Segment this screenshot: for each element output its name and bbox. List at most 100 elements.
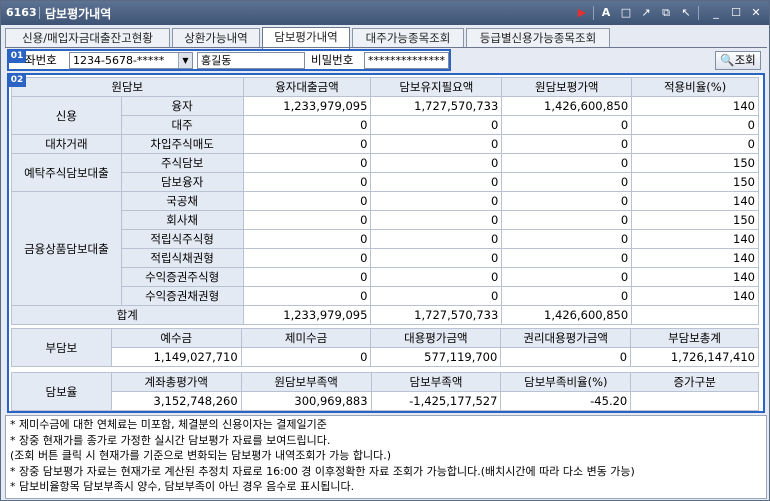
tab-credit-balance[interactable]: 신용/매입자금대출잔고현황 [5,28,170,48]
table-header-row: 담보율 계좌총평가액 원담보부족액 담보부족액 담보부족비율(%) 증가구분 [11,372,759,411]
minimize-icon[interactable]: _ [709,6,723,20]
category-cell: 금융상품담보대출 [11,191,122,306]
unpaid-cell: 0 [240,347,372,367]
table-row: 금융상품담보대출 국공채 0 0 0 140 [11,191,759,306]
row-label: 수익증권주식형 [120,267,244,287]
ratio-cell: 140 [631,229,759,249]
category-cell: 예탁주식담보대출 [11,153,122,192]
play-icon[interactable]: ▶ [575,6,589,20]
total-label: 합계 [11,305,244,325]
table-header-row: 원담보 융자대출금액 담보유지필요액 원담보평가액 적용비율(%) [11,77,759,97]
chevron-down-icon[interactable]: ▼ [178,53,192,68]
eval-cell: 0 [501,210,633,230]
required-cell: 0 [370,248,503,268]
column-header: 원담보부족액 [240,372,372,392]
total-row: 합계 1,233,979,095 1,727,570,733 1,426,600… [11,305,759,325]
table-row: 3,152,748,260 300,969,883 -1,425,177,527… [12,391,759,411]
tab-collateral-eval[interactable]: 담보평가내역 [262,27,350,49]
row-label: 주식담보 [120,153,244,173]
loan-cell: 0 [242,134,372,154]
search-button[interactable]: 🔍조회 [715,51,761,70]
ratio-cell [631,305,759,325]
eval-cell: 0 [501,172,633,192]
table-row: 1,149,027,710 0 577,119,700 0 1,726,147,… [12,347,759,367]
font-icon[interactable]: A [599,6,613,20]
title-bar: 6163 담보평가내역 ▶ A □ ↗ ⧉ ↖ _ ☐ ✕ [1,1,769,25]
account-eval-cell: 3,152,748,260 [110,391,242,411]
ratio-cell: 140 [631,96,759,116]
loan-cell: 0 [242,286,372,306]
liability-table: 부담보 예수금 제미수금 대용평가금액 권리대용평가금액 부담보총계 1,149… [11,328,759,367]
note-line: * 장중 담보평가 자료는 현재가로 계산된 추정치 자료로 16:00 경 이… [10,464,635,478]
maximize-icon[interactable]: ☐ [729,6,743,20]
section-badge-01: 01 [8,50,26,63]
table-row: 회사채 0 0 0 150 [12,210,759,230]
eval-cell: 0 [501,248,633,268]
eval-cell: 0 [501,286,633,306]
table-row: 적립식주식형 0 0 0 140 [12,229,759,249]
ratio-cell: 150 [631,153,759,173]
tab-grade-credit[interactable]: 등급별신용가능종목조회 [466,28,610,48]
print-icon[interactable]: □ [619,6,633,20]
table-row: 담보융자 0 0 0 150 [12,172,759,192]
column-header: 부담보총계 [630,328,759,348]
link-icon[interactable]: ↖ [679,6,693,20]
required-cell: 0 [370,153,503,173]
eval-cell: 0 [501,229,633,249]
required-cell: 0 [370,134,503,154]
ratio-cell: 0 [631,134,759,154]
row-label: 담보융자 [120,172,244,192]
eval-cell: 0 [501,267,633,287]
table-row: 신용 융자 1,233,979,095 1,727,570,733 1,426,… [11,96,759,135]
window-title: 담보평가내역 [45,7,112,21]
window-icon[interactable]: ⧉ [659,6,673,20]
loan-cell: 0 [242,115,372,135]
column-header: 담보유지필요액 [370,77,503,97]
loan-cell: 0 [242,153,372,173]
column-header: 원담보평가액 [501,77,633,97]
table-row: 예탁주식담보대출 주식담보 0 0 0 150 [11,153,759,192]
query-panel: 01 좌번호 1234-5678-***** ▼ 홍길동 비밀번호 ******… [7,49,451,71]
shortfall-ratio-cell: -45.20 [500,391,632,411]
eval-cell: 0 [501,191,633,211]
ratio-cell: 140 [631,286,759,306]
notes-panel: * 제미수금에 대한 연체료는 미포함, 체결분의 신용이자는 결제일기준 * … [5,415,767,499]
column-header: 융자대출금액 [242,77,372,97]
liability-total-cell: 1,726,147,410 [630,347,759,367]
rights-substitute-cell: 0 [500,347,632,367]
screen-code: 6163 [6,6,37,19]
column-header: 담보부족액 [370,372,502,392]
ratio-cell: 150 [631,210,759,230]
column-header: 증가구분 [630,372,759,392]
collateral-table: 원담보 융자대출금액 담보유지필요액 원담보평가액 적용비율(%) 신용 융자 … [11,77,759,325]
collateral-ratio-table: 담보율 계좌총평가액 원담보부족액 담보부족액 담보부족비율(%) 증가구분 3… [11,372,759,411]
column-header: 대용평가금액 [370,328,502,348]
column-header: 계좌총평가액 [110,372,242,392]
table-row: 대차거래 차입주식매도 0 0 0 0 [11,134,759,154]
column-header: 제미수금 [240,328,372,348]
loan-cell: 0 [242,229,372,249]
table-row: 수익증권주식형 0 0 0 140 [12,267,759,287]
row-label: 차입주식매도 [120,134,244,154]
tab-repayable[interactable]: 상환가능내역 [172,28,260,48]
note-line: (조회 버튼 클릭 시 현재가를 기준으로 변화되는 담보평가 내역조회가 가능… [10,449,392,462]
required-cell: 1,727,570,733 [370,305,503,325]
search-icon: 🔍 [720,53,735,67]
table-row: 적립식채권형 0 0 0 140 [12,248,759,268]
eval-cell: 1,426,600,850 [501,96,633,116]
password-field[interactable]: ************** [364,52,449,69]
ratio-cell: 150 [631,172,759,192]
close-icon[interactable]: ✕ [749,6,763,20]
category-cell: 신용 [11,96,122,135]
account-select[interactable]: 1234-5678-***** ▼ [69,52,193,69]
tab-short-available[interactable]: 대주가능종목조회 [352,28,464,48]
ratio-cell: 140 [631,267,759,287]
margin-type-cell [630,391,759,411]
required-cell: 0 [370,172,503,192]
export-icon[interactable]: ↗ [639,6,653,20]
column-header: 담보부족비율(%) [500,372,632,392]
row-label: 회사채 [120,210,244,230]
row-label: 적립식주식형 [120,229,244,249]
row-label: 국공채 [120,191,244,211]
row-label: 융자 [120,96,244,116]
